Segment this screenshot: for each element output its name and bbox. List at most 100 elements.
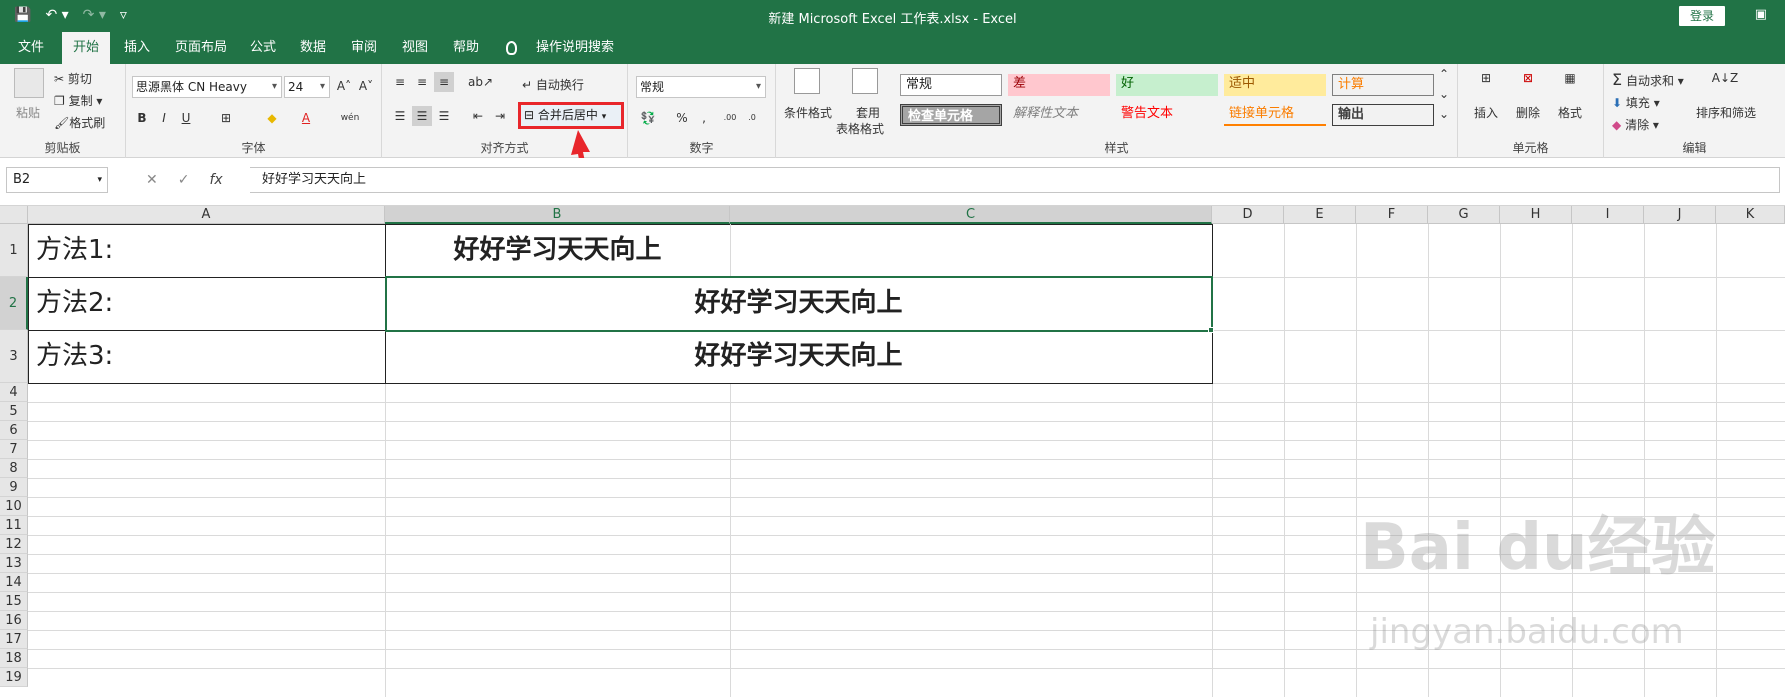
increase-font-icon[interactable]: A˄ (334, 76, 354, 96)
format-as-table-label-2[interactable]: 表格格式 (836, 120, 884, 137)
row-header-6[interactable]: 6 (0, 421, 28, 440)
format-as-table-label-1[interactable]: 套用 (856, 104, 880, 121)
column-header-j[interactable]: J (1644, 206, 1716, 224)
column-header-e[interactable]: E (1284, 206, 1356, 224)
tab-help[interactable]: 帮助 (447, 32, 485, 64)
insert-function-button[interactable]: fx (209, 172, 222, 188)
style-normal[interactable]: 常规 (900, 74, 1002, 96)
name-box[interactable]: B2 ▾ (6, 167, 108, 193)
column-header-b[interactable]: B (385, 206, 730, 224)
borders-icon[interactable]: ⊞ (216, 108, 236, 128)
row-header-4[interactable]: 4 (0, 383, 28, 402)
row-header-14[interactable]: 14 (0, 573, 28, 592)
row-header-17[interactable]: 17 (0, 630, 28, 649)
row-header-15[interactable]: 15 (0, 592, 28, 611)
conditional-format-button[interactable]: 条件格式 (784, 104, 832, 121)
style-good[interactable]: 好 (1116, 74, 1218, 96)
style-explanatory[interactable]: 解释性文本 (1008, 104, 1110, 126)
format-cells-icon[interactable]: ▦ (1558, 68, 1582, 94)
bold-button[interactable]: B (132, 108, 152, 128)
enter-icon[interactable]: ✓ (178, 172, 190, 188)
styles-scroll-up-icon[interactable]: ⌃ (1434, 66, 1454, 84)
decrease-decimal-icon[interactable]: .0 (742, 108, 762, 128)
fill-button[interactable]: ⬇ 填充 ▾ (1612, 94, 1660, 111)
login-button[interactable]: 登录 (1679, 6, 1725, 26)
row-header-13[interactable]: 13 (0, 554, 28, 573)
insert-cells-icon[interactable]: ⊞ (1474, 68, 1498, 94)
cancel-icon[interactable]: ✕ (146, 172, 158, 188)
tab-home[interactable]: 开始 (62, 32, 110, 64)
column-header-f[interactable]: F (1356, 206, 1428, 224)
increase-indent-icon[interactable]: ⇥ (490, 106, 510, 126)
cell-b1[interactable]: 好好学习天天向上 (385, 224, 730, 276)
style-bad[interactable]: 差 (1008, 74, 1110, 96)
font-color-icon[interactable]: A (296, 108, 316, 128)
tab-formulas[interactable]: 公式 (244, 32, 282, 64)
row-header-8[interactable]: 8 (0, 459, 28, 478)
format-button[interactable]: 格式 (1558, 104, 1582, 121)
align-right-icon[interactable]: ☰ (434, 106, 454, 126)
increase-decimal-icon[interactable]: .00 (720, 108, 740, 128)
column-header-k[interactable]: K (1716, 206, 1785, 224)
tab-review[interactable]: 审阅 (345, 32, 383, 64)
tab-insert[interactable]: 插入 (118, 32, 156, 64)
tab-view[interactable]: 视图 (396, 32, 434, 64)
align-middle-icon[interactable]: ≡ (412, 72, 432, 92)
row-header-3[interactable]: 3 (0, 330, 28, 383)
paste-icon[interactable] (14, 68, 44, 98)
column-header-d[interactable]: D (1212, 206, 1284, 224)
tell-me-search[interactable]: 操作说明搜索 (528, 32, 622, 64)
orientation-icon[interactable]: ab↗ (468, 72, 493, 92)
cell-b3-merged[interactable]: 好好学习天天向上 (385, 330, 1212, 382)
sort-filter-button[interactable]: 排序和筛选 (1696, 104, 1756, 121)
align-left-icon[interactable]: ☰ (390, 106, 410, 126)
currency-icon[interactable]: 💱 (638, 108, 658, 128)
paste-button[interactable]: 粘贴 (16, 104, 40, 121)
cell-a3[interactable]: 方法3: (36, 330, 113, 382)
merge-and-center-button[interactable]: ⊟ 合并后居中 ▾ (518, 102, 624, 129)
style-calculation[interactable]: 计算 (1332, 74, 1434, 96)
row-header-9[interactable]: 9 (0, 478, 28, 497)
style-neutral[interactable]: 适中 (1224, 74, 1326, 96)
row-header-2[interactable]: 2 (0, 277, 28, 330)
align-center-icon[interactable]: ☰ (412, 106, 432, 126)
italic-button[interactable]: I (154, 108, 174, 128)
row-header-10[interactable]: 10 (0, 497, 28, 516)
style-warning[interactable]: 警告文本 (1116, 104, 1218, 126)
row-header-11[interactable]: 11 (0, 516, 28, 535)
styles-scroll-down-icon[interactable]: ⌄ (1434, 86, 1454, 104)
ribbon-display-icon[interactable]: ▣ (1755, 7, 1767, 22)
worksheet-grid[interactable]: A B C D E F G H I J K 1 2 3 4 5 6 7 8 9 … (0, 206, 1785, 697)
copy-button[interactable]: ❐ 复制 ▾ (54, 92, 102, 109)
conditional-format-icon[interactable] (794, 68, 820, 94)
style-check-cell[interactable]: 检查单元格 (900, 104, 1002, 126)
number-format-dropdown[interactable]: 常规 ▾ (636, 76, 766, 98)
styles-more-icon[interactable]: ⌄ (1434, 106, 1454, 124)
insert-button[interactable]: 插入 (1474, 104, 1498, 121)
column-header-h[interactable]: H (1500, 206, 1572, 224)
select-all-corner[interactable] (0, 206, 28, 224)
column-header-c[interactable]: C (730, 206, 1212, 224)
align-top-icon[interactable]: ≡ (390, 72, 410, 92)
tab-page-layout[interactable]: 页面布局 (168, 32, 234, 64)
delete-button[interactable]: 删除 (1516, 104, 1540, 121)
format-as-table-icon[interactable] (852, 68, 878, 94)
style-output[interactable]: 输出 (1332, 104, 1434, 126)
autosum-button[interactable]: Σ 自动求和 ▾ (1612, 70, 1684, 89)
row-header-5[interactable]: 5 (0, 402, 28, 421)
tab-file[interactable]: 文件 (12, 32, 50, 64)
row-header-19[interactable]: 19 (0, 668, 28, 687)
font-name-dropdown[interactable]: 思源黑体 CN Heavy ▾ (132, 76, 282, 98)
row-header-1[interactable]: 1 (0, 224, 28, 277)
cut-button[interactable]: ✂ 剪切 (54, 70, 92, 87)
tab-data[interactable]: 数据 (294, 32, 332, 64)
format-painter-button[interactable]: 🖌格式刷 (54, 114, 105, 131)
fill-handle[interactable] (1208, 327, 1214, 333)
decrease-font-icon[interactable]: A˅ (356, 76, 376, 96)
cell-a1[interactable]: 方法1: (36, 224, 113, 276)
row-header-16[interactable]: 16 (0, 611, 28, 630)
column-header-a[interactable]: A (28, 206, 385, 224)
row-header-18[interactable]: 18 (0, 649, 28, 668)
underline-button[interactable]: U (176, 108, 196, 128)
column-header-i[interactable]: I (1572, 206, 1644, 224)
